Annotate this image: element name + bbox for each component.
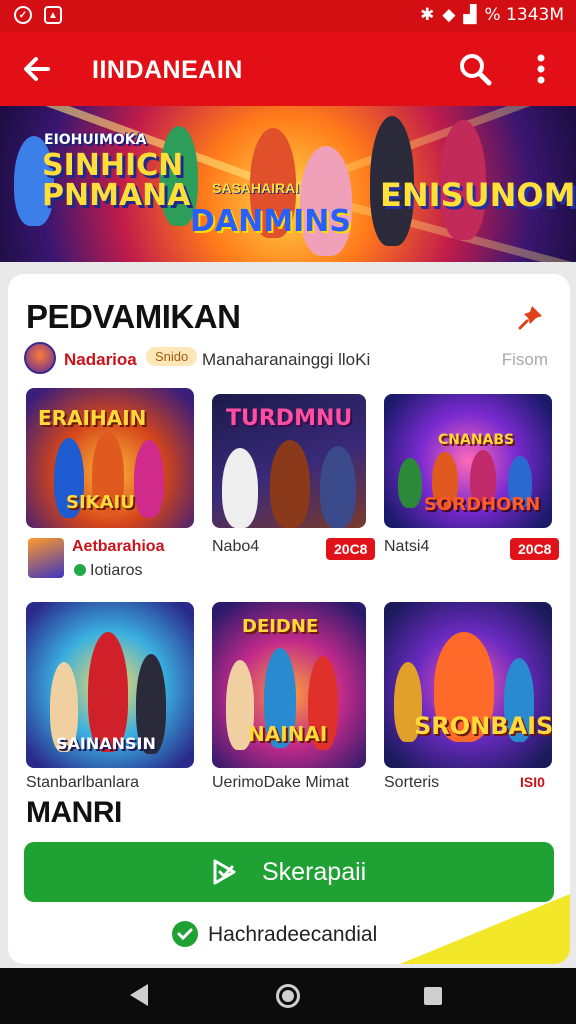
bottom-note-text: Hachradeecandial bbox=[208, 923, 378, 946]
banner-right-title: ENISUNOMS bbox=[380, 176, 576, 214]
price-label[interactable]: ISI0 bbox=[520, 774, 545, 790]
app-notification-icon: ▲ bbox=[44, 6, 62, 24]
promo-banner[interactable]: EIOHUIMOKA SINHICN PNMANA SASAHAIRAI DAN… bbox=[0, 106, 576, 262]
game-thumbnail-caption: CNANABS bbox=[438, 432, 515, 448]
game-character-image bbox=[222, 448, 258, 528]
game-thumbnail[interactable]: SAINANSIN bbox=[26, 602, 194, 768]
notification-icon: ✓ bbox=[14, 6, 32, 24]
status-right-text: % 1343M bbox=[484, 5, 565, 25]
game-thumbnail-caption: NAINAI bbox=[248, 722, 328, 746]
game-thumbnail-caption: SAINANSIN bbox=[56, 734, 156, 753]
game-thumbnail-caption: ERAIHAIN bbox=[38, 406, 147, 430]
developer-link[interactable]: Fisom bbox=[502, 350, 548, 370]
banner-character-image bbox=[300, 146, 352, 256]
banner-mid-small: SASAHAIRAI bbox=[212, 180, 300, 196]
price-badge[interactable]: 20C8 bbox=[326, 538, 376, 560]
game-character-image bbox=[398, 458, 422, 508]
game-thumbnail-caption: SRONBAIS bbox=[414, 712, 552, 740]
game-thumbnail-caption: SORDHORN bbox=[424, 494, 541, 515]
check-icon bbox=[172, 921, 198, 947]
app-bar: IINDANEAIN bbox=[0, 32, 576, 106]
game-thumbnail[interactable]: SRONBAIS bbox=[384, 602, 552, 768]
game-label[interactable]: Natsi4 bbox=[384, 538, 429, 556]
game-label[interactable]: Stanbarlbanlara bbox=[26, 774, 139, 792]
wifi-icon: ◆ bbox=[442, 5, 456, 25]
app-title: IINDANEAIN bbox=[92, 56, 243, 84]
banner-tag: EIOHUIMOKA bbox=[44, 132, 147, 148]
game-mini-thumbnail bbox=[28, 538, 64, 578]
back-arrow-icon[interactable] bbox=[18, 50, 56, 88]
bluetooth-icon: ✱ bbox=[420, 5, 435, 25]
search-icon[interactable] bbox=[456, 50, 494, 88]
section-title: PEDVAMIKAN bbox=[26, 298, 241, 335]
system-nav-bar bbox=[0, 968, 576, 1024]
game-sublabel: Iotiaros bbox=[90, 562, 143, 579]
nav-back-icon[interactable] bbox=[130, 984, 148, 1006]
game-thumbnail[interactable]: DEIDNE NAINAI bbox=[212, 602, 366, 768]
game-character-image bbox=[320, 446, 356, 528]
signal-icon: ▟ bbox=[463, 5, 477, 25]
banner-title-line2: PNMANA bbox=[42, 178, 191, 213]
game-character-image bbox=[270, 440, 310, 528]
game-thumbnail-caption: DEIDNE bbox=[242, 616, 319, 637]
nav-home-icon[interactable] bbox=[276, 984, 300, 1008]
game-label[interactable]: Aetbarahioa bbox=[72, 538, 164, 556]
game-character-image bbox=[134, 440, 164, 518]
decorative-corner bbox=[400, 894, 570, 964]
more-section-title: MANRI bbox=[26, 796, 122, 829]
install-button-label: Skerapaii bbox=[262, 858, 367, 886]
developer-name: Nadarioa bbox=[64, 350, 137, 369]
developer-badge: Snido bbox=[146, 347, 198, 366]
price-badge[interactable]: 20C8 bbox=[510, 538, 560, 560]
verified-icon bbox=[74, 564, 86, 576]
pin-icon[interactable] bbox=[516, 302, 546, 332]
developer-avatar bbox=[24, 342, 56, 374]
game-thumbnail[interactable]: TURDMNU bbox=[212, 394, 366, 528]
game-thumbnail-caption: TURDMNU bbox=[226, 406, 353, 431]
game-thumbnail[interactable]: CNANABS SORDHORN bbox=[384, 394, 552, 528]
status-bar: ✓ ▲ ✱ ◆ ▟ % 1343M bbox=[0, 0, 576, 32]
game-label[interactable]: Nabo4 bbox=[212, 538, 259, 556]
game-thumbnail-caption: SIKAIU bbox=[66, 492, 135, 513]
developer-description: Manaharanainggi lloKi bbox=[202, 350, 371, 369]
game-thumbnail[interactable]: ERAIHAIN SIKAIU bbox=[26, 388, 194, 528]
more-options-icon[interactable] bbox=[526, 50, 556, 88]
install-button[interactable]: Skerapaii bbox=[24, 842, 554, 902]
game-label[interactable]: Sorteris bbox=[384, 774, 439, 792]
game-label[interactable]: UerimoDake Mimat bbox=[212, 774, 349, 792]
banner-mid-large: DANMINS bbox=[190, 204, 351, 239]
developer-row[interactable]: Nadarioa Snido Manaharanainggi lloKi Fis… bbox=[24, 342, 554, 376]
content-card: PEDVAMIKAN Nadarioa Snido Manaharanaingg… bbox=[8, 274, 570, 964]
play-icon bbox=[210, 858, 238, 886]
nav-recents-icon[interactable] bbox=[424, 987, 442, 1005]
